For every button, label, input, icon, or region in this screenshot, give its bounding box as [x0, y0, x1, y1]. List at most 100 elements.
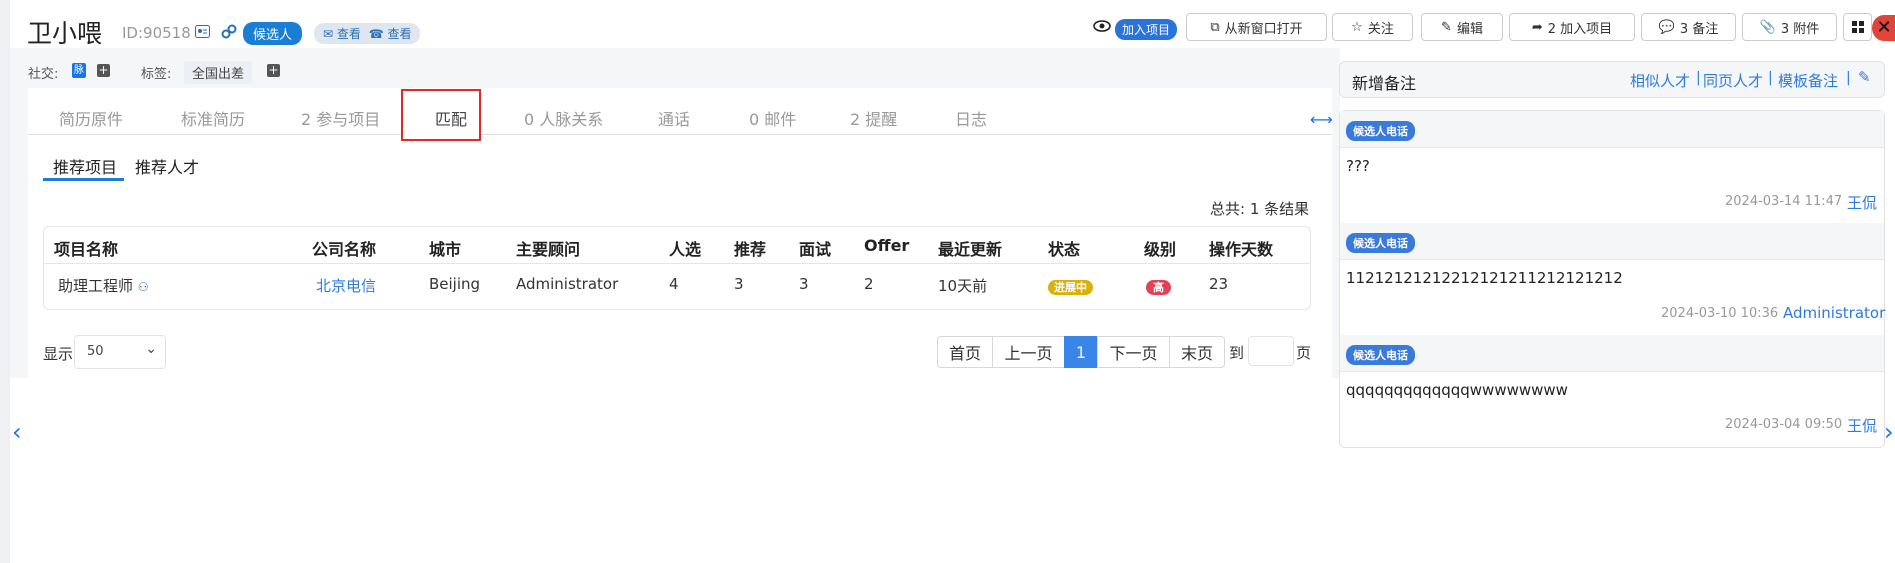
tab-reminders[interactable]: 2 提醒 [850, 106, 897, 130]
tab-bar: 简历原件 标准简历 2 参与项目 0 人脉关系 通话 0 邮件 2 提醒 日志 [28, 96, 1332, 135]
join-project-badge[interactable]: 加入项目 [1115, 19, 1178, 40]
current-page-button[interactable]: 1 [1064, 336, 1098, 368]
next-page-button[interactable]: 下一页 [1097, 336, 1170, 368]
layout-toggle-button[interactable] [1843, 13, 1872, 41]
open-new-window-button[interactable]: ⧉ 从新窗口打开 [1186, 13, 1327, 41]
goto-page-input[interactable] [1248, 336, 1294, 366]
cell-interview[interactable]: 3 [799, 275, 809, 293]
similar-talent-link[interactable]: 相似人才 [1630, 70, 1690, 91]
link-icon[interactable] [221, 24, 237, 44]
cell-offer[interactable]: 2 [864, 275, 874, 293]
tab-connections[interactable]: 0 人脉关系 [524, 106, 603, 130]
tab-emails[interactable]: 0 邮件 [749, 106, 796, 130]
cell-recommend[interactable]: 3 [734, 275, 744, 293]
subtab-active-indicator [43, 178, 124, 181]
last-page-button[interactable]: 末页 [1169, 336, 1225, 368]
goto-label: 到 [1229, 344, 1245, 362]
tab-resume-original[interactable]: 简历原件 [59, 106, 123, 130]
cell-company[interactable]: 北京电信 [316, 275, 376, 296]
col-offer: Offer [864, 236, 910, 255]
note-type-badge: 候选人电话 [1346, 233, 1415, 253]
page-size-select[interactable]: 50 ⌄ [74, 335, 166, 369]
add-to-project-button[interactable]: ➦ 2 加入项目 [1509, 13, 1635, 41]
col-recommend: 推荐 [734, 240, 767, 259]
grid-icon [1851, 21, 1864, 33]
col-status: 状态 [1048, 240, 1081, 259]
link-divider: | [1846, 70, 1851, 86]
col-updated: 最近更新 [938, 240, 1003, 259]
eye-icon[interactable] [1093, 20, 1111, 36]
email-view-link[interactable]: ✉ 查看 [323, 27, 361, 41]
note-text: 11212121212212121211212121212 [1346, 269, 1623, 287]
maimai-icon[interactable]: 脉 [72, 63, 86, 78]
header-divider [44, 263, 1310, 264]
subtab-recommended-talent[interactable]: 推荐人才 [135, 154, 199, 178]
cell-candidates[interactable]: 4 [669, 275, 679, 293]
link-divider: | [1768, 70, 1773, 86]
recommend-table: 项目名称 公司名称 城市 主要顾问 人选 推荐 面试 Offer 最近更新 状态… [43, 226, 1311, 310]
phone-view-link[interactable]: ☎ 查看 [369, 27, 412, 41]
col-interview: 面试 [799, 240, 832, 259]
notes-header: 新增备注 相似人才 | 同页人才 | 模板备注 | ✎ [1339, 61, 1885, 98]
follow-button[interactable]: ☆ 关注 [1332, 13, 1413, 41]
note-type-badge: 候选人电话 [1346, 121, 1415, 141]
tab-projects[interactable]: 2 参与项目 [301, 106, 380, 130]
tab-logs[interactable]: 日志 [955, 106, 987, 130]
paperclip-icon: 📎 [1759, 19, 1776, 35]
tag-item: 全国出差 [184, 61, 253, 84]
share-arrow-icon: ➦ [1531, 19, 1543, 35]
id-card-icon[interactable] [195, 25, 210, 42]
notes-list: 候选人电话 ??? 2024-03-14 11:47 王侃 候选人电话 1121… [1339, 110, 1885, 448]
social-label: 社交: [28, 67, 59, 82]
note-author[interactable]: Administrator [1783, 304, 1885, 322]
tab-calls[interactable]: 通话 [658, 106, 690, 130]
tab-match[interactable]: 匹配 [435, 106, 467, 130]
page-suffix-label: 页 [1296, 344, 1312, 362]
edit-note-icon[interactable]: ✎ [1858, 68, 1871, 86]
note-type-badge: 候选人电话 [1346, 345, 1415, 365]
col-company: 公司名称 [312, 240, 377, 259]
add-tag-icon[interactable]: + [267, 64, 280, 77]
star-icon: ☆ [1351, 19, 1363, 35]
candidate-badge: 候选人 [243, 22, 303, 45]
col-candidates: 人选 [669, 240, 702, 259]
note-text: qqqqqqqqqqqqqwwwwwwww [1346, 381, 1568, 399]
chevron-down-icon: ⌄ [145, 341, 157, 357]
pencil-icon: ✎ [1441, 19, 1452, 35]
level-badge: 高 [1146, 280, 1171, 295]
col-city: 城市 [429, 240, 462, 259]
notes-title: 新增备注 [1352, 74, 1417, 93]
prev-record-arrow-icon[interactable]: ‹ [12, 418, 22, 446]
close-icon[interactable]: ✕ [1872, 15, 1895, 41]
note-time: 2024-03-10 10:36 [1661, 306, 1779, 321]
cell-consultant: Administrator [516, 275, 619, 293]
prev-page-button[interactable]: 上一页 [992, 336, 1065, 368]
comments-icon: 💬 [1658, 19, 1675, 35]
candidate-id: ID:90518 [122, 24, 191, 42]
note-time: 2024-03-04 09:50 [1725, 417, 1843, 432]
add-social-icon[interactable]: + [97, 64, 110, 77]
edit-button[interactable]: ✎ 编辑 [1421, 13, 1503, 41]
next-record-arrow-icon[interactable]: › [1884, 418, 1894, 446]
wechat-icon[interactable]: ⚇ [138, 280, 149, 294]
note-author[interactable]: 王侃 [1847, 415, 1877, 436]
subtab-recommended-projects[interactable]: 推荐项目 [53, 154, 117, 178]
expand-horizontal-icon[interactable]: ⟷ [1310, 110, 1333, 129]
cell-updated: 10天前 [938, 277, 988, 295]
note-time: 2024-03-14 11:47 [1725, 194, 1843, 209]
notes-button[interactable]: 💬 3 备注 [1641, 13, 1736, 41]
attachments-button[interactable]: 📎 3 附件 [1742, 13, 1837, 41]
new-window-icon: ⧉ [1210, 19, 1220, 35]
tab-standard-resume[interactable]: 标准简历 [181, 106, 245, 130]
candidate-name: 卫小喂 [27, 19, 103, 48]
show-label: 显示 [43, 345, 74, 363]
result-count: 总共: 1 条结果 [1210, 200, 1310, 218]
link-divider: | [1696, 70, 1701, 86]
first-page-button[interactable]: 首页 [937, 336, 993, 368]
template-notes-link[interactable]: 模板备注 [1778, 70, 1838, 91]
cell-project[interactable]: 助理工程师 ⚇ [58, 275, 149, 296]
contact-view-box[interactable]: ✉ 查看 ☎ 查看 [314, 23, 421, 44]
tags-label: 标签: [141, 67, 172, 82]
same-page-talent-link[interactable]: 同页人才 [1703, 70, 1763, 91]
note-author[interactable]: 王侃 [1847, 192, 1877, 213]
